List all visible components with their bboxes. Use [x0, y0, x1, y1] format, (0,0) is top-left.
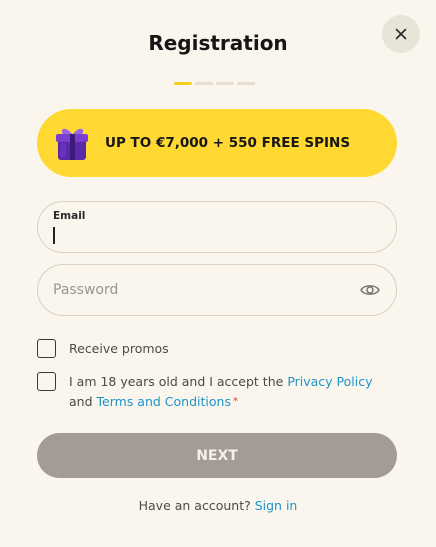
show-password-button[interactable]: [360, 280, 380, 300]
step-4: [237, 82, 255, 85]
email-label: Email: [53, 210, 86, 222]
next-button[interactable]: NEXT: [37, 433, 397, 478]
terms-label: I am 18 years old and I accept the Priva…: [69, 372, 389, 412]
privacy-policy-link[interactable]: Privacy Policy: [287, 374, 372, 389]
step-indicator: [174, 82, 255, 85]
text-caret: [53, 227, 55, 244]
step-3: [216, 82, 234, 85]
password-field[interactable]: [53, 265, 343, 315]
terms-and: and: [69, 394, 93, 409]
signin-link[interactable]: Sign in: [255, 498, 298, 513]
promos-label: Receive promos: [69, 341, 169, 356]
required-mark: *: [232, 396, 238, 407]
eye-icon: [360, 285, 380, 295]
password-field-wrapper: [37, 264, 397, 316]
gift-icon: [56, 128, 88, 160]
terms-row: I am 18 years old and I accept the Priva…: [37, 372, 389, 412]
step-1: [174, 82, 192, 85]
terms-checkbox[interactable]: [37, 372, 56, 391]
promos-checkbox[interactable]: [37, 339, 56, 358]
promos-row: Receive promos: [37, 339, 169, 359]
promo-text: UP TO €7,000 + 550 FREE SPINS: [105, 135, 351, 151]
email-field[interactable]: Email: [37, 201, 397, 253]
terms-and-conditions-link[interactable]: Terms and Conditions: [97, 394, 231, 409]
signin-prompt: Have an account? Sign in: [0, 498, 436, 513]
dialog-title: Registration: [148, 31, 288, 55]
terms-prefix: I am 18 years old and I accept the: [69, 374, 284, 389]
step-2: [195, 82, 213, 85]
signin-question: Have an account?: [138, 498, 251, 513]
promo-banner: UP TO €7,000 + 550 FREE SPINS: [37, 109, 397, 177]
